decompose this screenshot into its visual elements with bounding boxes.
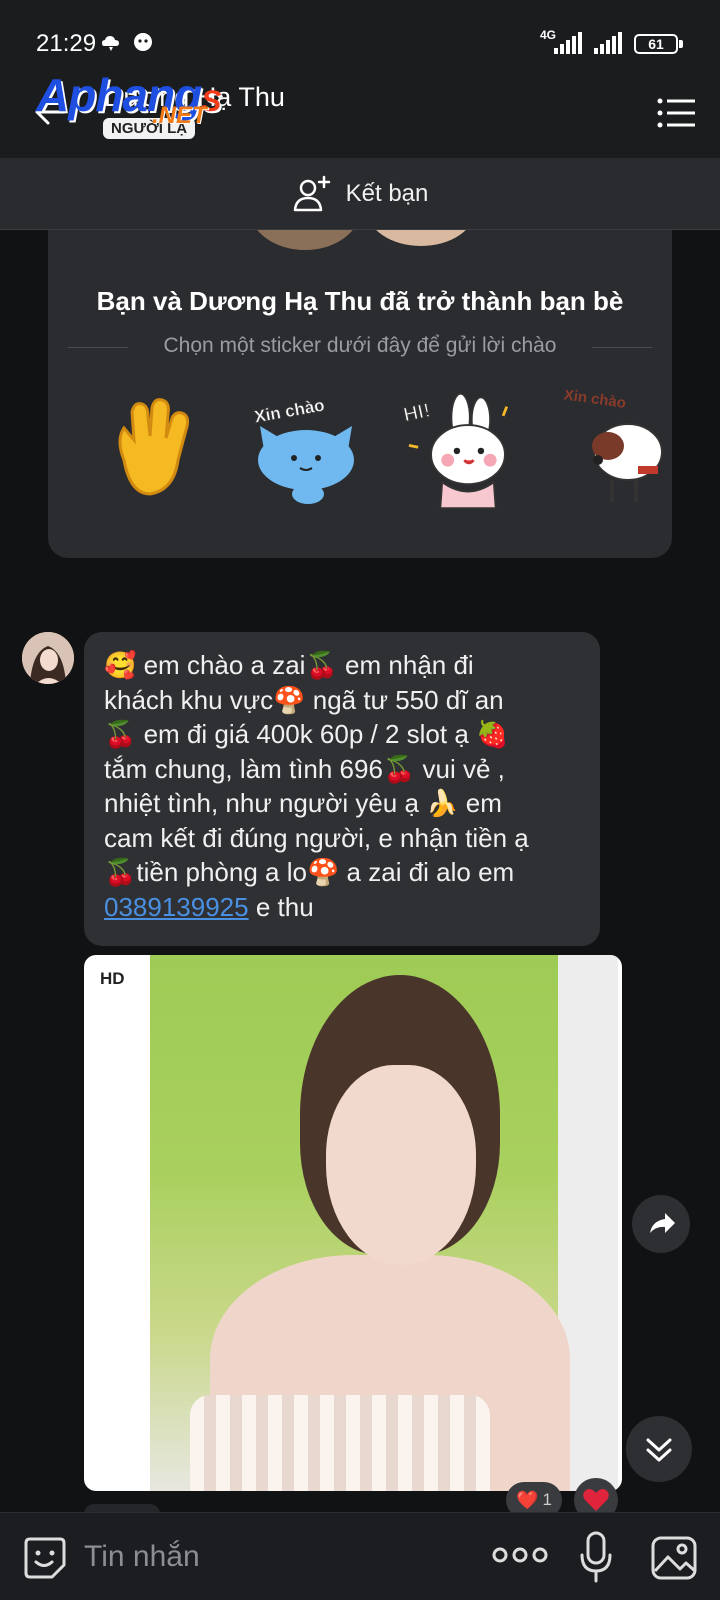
- microphone-icon[interactable]: [578, 1531, 614, 1583]
- heart-reaction-icon: ❤️: [516, 1489, 539, 1510]
- add-friend-button[interactable]: Kết bạn: [0, 158, 720, 230]
- photo-face: [326, 1065, 476, 1265]
- signal-sim1-icon: [554, 32, 582, 54]
- contact-avatar-partial: [366, 230, 476, 246]
- phone-number-link[interactable]: 0389139925: [104, 892, 249, 922]
- status-time: 21:29: [36, 30, 97, 57]
- add-user-icon: [293, 175, 330, 211]
- sender-avatar-image: [22, 632, 74, 684]
- message-line: 🍒 em đi giá 400k 60p / 2 slot ạ 🍓: [104, 719, 509, 749]
- photo-message[interactable]: HD: [84, 955, 622, 1491]
- watermark-net: .NET: [152, 102, 207, 129]
- message-line: tắm chung, làm tình 696🍒 vui vẻ ,: [104, 753, 505, 784]
- user-avatar-partial: [250, 230, 360, 250]
- sender-avatar[interactable]: [22, 632, 74, 684]
- share-button[interactable]: [632, 1195, 690, 1253]
- battery-tip: [679, 40, 683, 48]
- waving-hand-sticker[interactable]: [94, 390, 214, 510]
- svg-text:Xin chào: Xin chào: [563, 390, 627, 412]
- hd-badge: HD: [100, 969, 125, 988]
- add-friend-label: Kết bạn: [345, 179, 429, 207]
- friend-card-subtitle: Chọn một sticker dưới đây để gửi lời chà…: [163, 334, 557, 357]
- message-bubble[interactable]: 🥰 em chào a zai🍒 em nhận đi khách khu vự…: [84, 632, 600, 946]
- menu-icon[interactable]: [656, 96, 696, 130]
- friend-card: Bạn và Dương Hạ Thu đã trở thành bạn bè …: [48, 230, 672, 558]
- share-arrow-icon: [650, 1213, 675, 1233]
- status-bar: 21:29 4G 61: [0, 0, 720, 68]
- message-line: khách khu vực🍄 ngã tư 550 dĩ an: [104, 684, 504, 715]
- reaction-count: 1: [542, 1490, 552, 1509]
- xin-chao-cat-sticker[interactable]: Xin chào: [244, 390, 364, 510]
- photo-image: [150, 955, 618, 1491]
- chat-header: Dương Hạ Thu NGƯỜI LẠ AphangS .NET: [0, 68, 720, 158]
- message-line: nhiệt tình, như người yêu ạ 🍌 em: [104, 788, 502, 818]
- heart-icon: [583, 1489, 609, 1511]
- svg-text:HI!: HI!: [401, 400, 432, 427]
- scroll-to-bottom-button[interactable]: [626, 1416, 692, 1482]
- photo-dress: [190, 1395, 490, 1491]
- message-line: 🍒tiền phòng a lo🍄 a zai đi alo em: [104, 857, 515, 887]
- messenger-notification-icon: [134, 33, 152, 51]
- sticker-emoji-icon[interactable]: [22, 1535, 68, 1581]
- message-tail: e thu: [248, 891, 314, 922]
- signal-sim2-icon: [594, 32, 622, 54]
- message-line-last: 0389139925 e thu: [104, 890, 580, 925]
- more-options-icon[interactable]: [492, 1543, 548, 1567]
- weather-icon: [102, 36, 119, 51]
- message-line: cam kết đi đúng người, e nhận tiền ạ: [104, 822, 529, 853]
- xin-chao-dog-sticker[interactable]: Xin chào: [552, 390, 672, 510]
- battery-indicator: 61: [634, 34, 678, 54]
- message-input-bar: [0, 1512, 720, 1600]
- message-line: 🥰 em chào a zai🍒 em nhận đi: [104, 650, 474, 680]
- image-gallery-icon[interactable]: [650, 1535, 698, 1581]
- double-chevron-down-icon: [646, 1438, 672, 1462]
- hi-bunny-sticker[interactable]: HI!: [396, 390, 516, 510]
- svg-text:Xin chào: Xin chào: [253, 396, 326, 427]
- message-input[interactable]: [84, 1535, 474, 1579]
- friend-card-title: Bạn và Dương Hạ Thu đã trở thành bạn bè: [96, 286, 624, 316]
